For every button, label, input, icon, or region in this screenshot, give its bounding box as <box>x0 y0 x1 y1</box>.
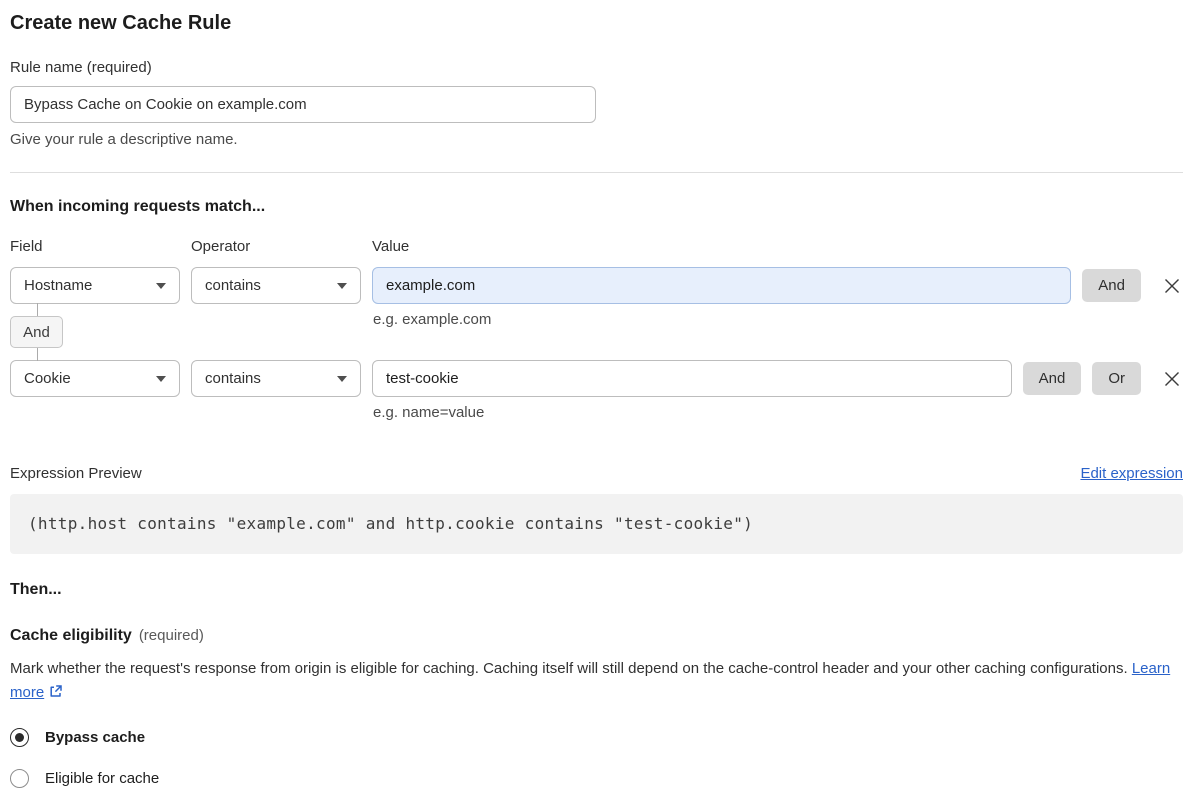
match-column-labels: Field Operator Value <box>10 238 1183 255</box>
close-icon <box>1165 371 1179 386</box>
expression-code: (http.host contains "example.com" and ht… <box>28 514 754 533</box>
operator-select-2[interactable]: contains <box>191 360 361 397</box>
condition-row-1: Hostname contains And <box>10 267 1183 304</box>
connector-row: And e.g. example.com <box>10 303 1183 361</box>
rule-name-help: Give your rule a descriptive name. <box>10 131 238 148</box>
chevron-down-icon <box>156 282 166 289</box>
operator-select-2-value: contains <box>205 370 261 387</box>
field-select-2-value: Cookie <box>24 370 71 387</box>
external-link-icon <box>50 685 62 697</box>
chevron-down-icon <box>156 375 166 382</box>
value-column-label: Value <box>372 238 410 255</box>
expression-preview-block: (http.host contains "example.com" and ht… <box>10 494 1183 554</box>
page-title: Create new Cache Rule <box>10 12 232 34</box>
value-input-2[interactable] <box>372 360 1012 397</box>
edit-expression-link[interactable]: Edit expression <box>1080 465 1183 482</box>
value-hint-1: e.g. example.com <box>373 311 492 328</box>
condition-row-2: Cookie contains And Or <box>10 360 1183 397</box>
hint-row-2: e.g. name=value <box>10 397 1183 421</box>
create-cache-rule-page: Create new Cache Rule Rule name (require… <box>0 0 1200 788</box>
remove-condition-button-1[interactable] <box>1161 275 1183 297</box>
and-connector-chip: And <box>10 316 63 348</box>
hint-spacer <box>10 397 373 421</box>
operator-select-1[interactable]: contains <box>191 267 361 304</box>
cache-eligibility-description: Mark whether the request's response from… <box>10 657 1183 705</box>
operator-column-label: Operator <box>191 238 251 255</box>
expression-header: Expression Preview Edit expression <box>10 465 1183 482</box>
operator-select-1-value: contains <box>205 277 261 294</box>
match-heading: When incoming requests match... <box>10 198 266 215</box>
close-icon <box>1165 278 1179 293</box>
add-and-condition-button-2[interactable]: And <box>1022 362 1082 395</box>
add-or-condition-button-2[interactable]: Or <box>1092 362 1141 395</box>
radio-unselected-icon[interactable] <box>10 769 29 788</box>
radio-option-bypass-cache[interactable]: Bypass cache <box>10 728 1183 747</box>
chevron-down-icon <box>337 282 347 289</box>
radio-option-eligible-for-cache[interactable]: Eligible for cache <box>10 769 1183 788</box>
radio-selected-icon[interactable] <box>10 728 29 747</box>
value-input-1[interactable] <box>372 267 1072 304</box>
cache-eligibility-heading-row: Cache eligibility (required) <box>10 626 1183 645</box>
radio-dot <box>15 733 24 742</box>
field-select-1-value: Hostname <box>24 277 93 294</box>
value-hint-2: e.g. name=value <box>373 404 485 421</box>
expression-preview-label: Expression Preview <box>10 465 142 482</box>
field-column-label: Field <box>10 238 43 255</box>
cache-eligibility-heading: Cache eligibility <box>10 627 132 644</box>
rule-name-input[interactable] <box>10 86 596 123</box>
description-text: Mark whether the request's response from… <box>10 660 1128 677</box>
remove-condition-button-2[interactable] <box>1161 368 1183 390</box>
field-select-2[interactable]: Cookie <box>10 360 180 397</box>
add-and-condition-button-1[interactable]: And <box>1082 269 1141 302</box>
field-select-1[interactable]: Hostname <box>10 267 180 304</box>
bypass-cache-label: Bypass cache <box>45 729 146 746</box>
then-heading: Then... <box>10 581 62 598</box>
rule-name-label: Rule name (required) <box>10 59 152 76</box>
connector-column: And <box>10 303 373 361</box>
eligible-for-cache-label: Eligible for cache <box>45 770 160 787</box>
required-tag: (required) <box>138 627 204 644</box>
section-divider <box>10 172 1183 173</box>
chevron-down-icon <box>337 375 347 382</box>
